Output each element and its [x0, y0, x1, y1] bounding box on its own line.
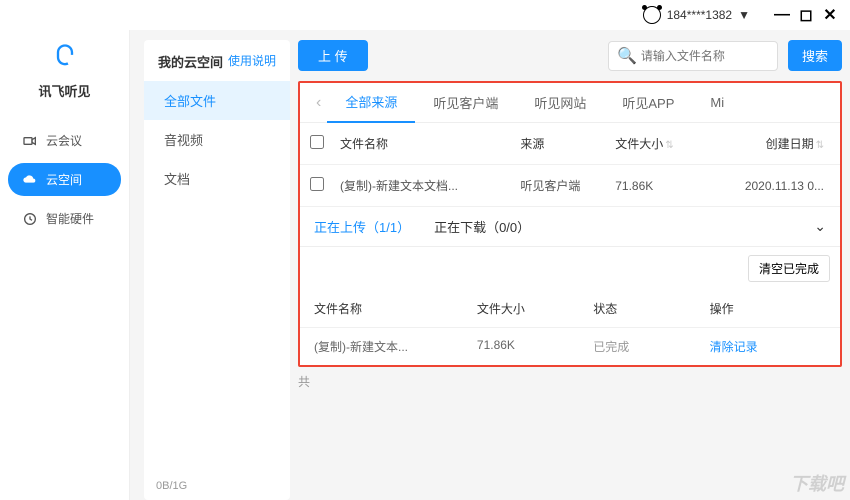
nav-cloud-space[interactable]: 云空间 — [8, 163, 121, 196]
downloading-tab[interactable]: 正在下载（0/0） — [434, 217, 530, 236]
search-button[interactable]: 搜索 — [788, 40, 842, 71]
sort-icon: ⇅ — [816, 140, 824, 151]
nav-label: 云会议 — [46, 132, 82, 149]
close-button[interactable]: ✕ — [818, 3, 842, 27]
tcell-name: (复制)-新建文本... — [314, 338, 477, 355]
tcol-status: 状态 — [593, 300, 709, 317]
file-table: 文件名称 来源 文件大小⇅ 创建日期⇅ (复制)-新建文本文档... 听见客户端… — [300, 123, 840, 207]
brand-logo: 讯飞听见 — [0, 30, 129, 118]
transfer-table: 文件名称 文件大小 状态 操作 (复制)-新建文本... 71.86K 已完成 … — [300, 290, 840, 365]
tcol-op: 操作 — [710, 300, 826, 317]
tcol-name: 文件名称 — [314, 300, 477, 317]
clear-completed-button[interactable]: 清空已完成 — [748, 255, 830, 282]
filter-audio-video[interactable]: 音视频 — [144, 120, 290, 159]
col-date[interactable]: 创建日期⇅ — [710, 135, 830, 152]
maximize-button[interactable]: ◻ — [794, 3, 818, 27]
storage-usage: 0B/1G — [156, 480, 187, 492]
logo-icon — [51, 42, 79, 70]
source-tabs: ‹ 全部来源 听见客户端 听见网站 听见APP Mi — [300, 83, 840, 123]
brand-name: 讯飞听见 — [0, 81, 129, 100]
tab-website[interactable]: 听见网站 — [516, 83, 604, 122]
nav-label: 云空间 — [46, 171, 82, 188]
primary-sidebar: 讯飞听见 云会议 云空间 智能硬件 — [0, 30, 130, 500]
tab-mi[interactable]: Mi — [692, 85, 742, 120]
tab-client[interactable]: 听见客户端 — [415, 83, 516, 122]
select-all-checkbox[interactable] — [310, 135, 324, 149]
nav-label: 智能硬件 — [46, 210, 94, 227]
tcol-size: 文件大小 — [477, 300, 593, 317]
summary-prefix: 共 — [298, 373, 842, 390]
minimize-button[interactable]: — — [770, 3, 794, 27]
nav-cloud-meeting[interactable]: 云会议 — [8, 124, 121, 157]
filter-all-files[interactable]: 全部文件 — [144, 81, 290, 120]
search-icon: 🔍 — [617, 46, 637, 66]
tabs-scroll-left[interactable]: ‹ — [310, 94, 327, 112]
transfer-row: (复制)-新建文本... 71.86K 已完成 清除记录 — [300, 328, 840, 365]
highlighted-region: ‹ 全部来源 听见客户端 听见网站 听见APP Mi 文件名称 来源 文件大小⇅… — [298, 81, 842, 367]
upload-button[interactable]: 上 传 — [298, 40, 368, 71]
main-content: 上 传 🔍 搜索 ‹ 全部来源 听见客户端 听见网站 听见APP Mi 文件名称 — [298, 40, 842, 500]
collapse-panel-icon[interactable]: ⌄ — [814, 218, 826, 235]
col-filename: 文件名称 — [340, 135, 520, 152]
space-title: 我的云空间 — [158, 52, 223, 71]
search-box[interactable]: 🔍 — [608, 41, 778, 71]
file-row[interactable]: (复制)-新建文本文档... 听见客户端 71.86K 2020.11.13 0… — [300, 165, 840, 207]
uploading-tab[interactable]: 正在上传（1/1） — [314, 217, 410, 236]
cell-source: 听见客户端 — [520, 177, 615, 194]
cell-date: 2020.11.13 0... — [710, 179, 830, 193]
account-phone: 184****1382 — [667, 8, 732, 22]
avatar-icon — [643, 6, 661, 24]
sort-icon: ⇅ — [665, 140, 673, 151]
secondary-sidebar: 我的云空间 使用说明 全部文件 音视频 文档 — [144, 40, 290, 500]
clock-icon — [22, 211, 38, 227]
nav-smart-hardware[interactable]: 智能硬件 — [8, 202, 121, 235]
transfer-panel: 正在上传（1/1） 正在下载（0/0） ⌄ 清空已完成 文件名称 文件大小 状态… — [300, 207, 840, 365]
tcell-size: 71.86K — [477, 338, 593, 355]
filter-documents[interactable]: 文档 — [144, 159, 290, 198]
row-checkbox[interactable] — [310, 177, 324, 191]
tcell-status: 已完成 — [593, 338, 709, 355]
account-display[interactable]: 184****1382 ▼ — [643, 6, 750, 24]
col-size[interactable]: 文件大小⇅ — [615, 135, 710, 152]
clear-record-link[interactable]: 清除记录 — [710, 338, 826, 355]
account-dropdown-icon: ▼ — [738, 8, 750, 22]
col-source: 来源 — [520, 135, 615, 152]
cell-filename: (复制)-新建文本文档... — [340, 177, 520, 194]
cloud-icon — [22, 172, 38, 188]
search-input[interactable] — [641, 49, 769, 63]
cell-size: 71.86K — [615, 179, 710, 193]
watermark: 下载吧 — [790, 470, 844, 496]
usage-help-link[interactable]: 使用说明 — [228, 52, 276, 71]
video-icon — [22, 133, 38, 149]
tab-app[interactable]: 听见APP — [604, 83, 692, 122]
tab-all-sources[interactable]: 全部来源 — [327, 82, 415, 123]
